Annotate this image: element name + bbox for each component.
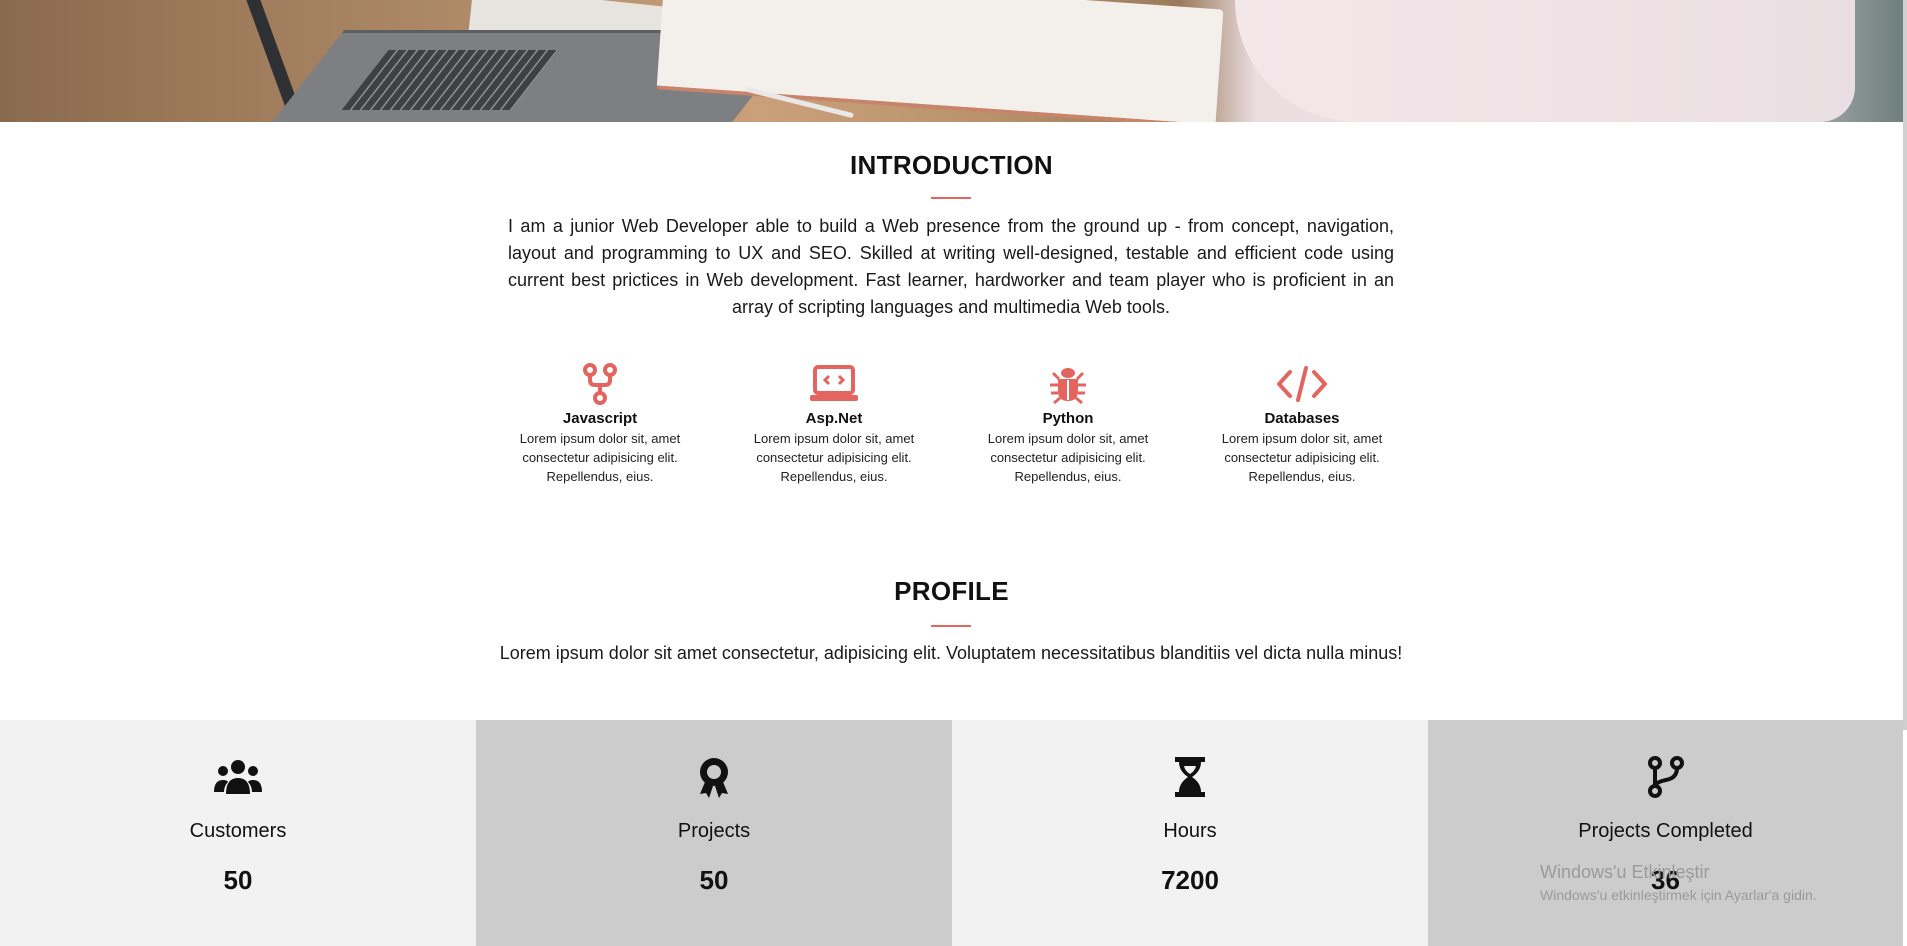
profile-title-rule bbox=[931, 625, 971, 627]
profile-title: PROFILE bbox=[894, 576, 1009, 606]
skill-javascript: Javascript Lorem ipsum dolor sit, amet c… bbox=[495, 362, 705, 486]
stat-hours: Hours 7200 bbox=[952, 720, 1428, 946]
skill-aspnet: Asp.Net Lorem ipsum dolor sit, amet cons… bbox=[729, 362, 939, 486]
stat-label: Hours bbox=[1163, 820, 1217, 842]
skill-desc: Lorem ipsum dolor sit, amet consectetur … bbox=[753, 431, 915, 484]
skill-desc: Lorem ipsum dolor sit, amet consectetur … bbox=[519, 431, 681, 484]
code-fork-icon bbox=[495, 362, 705, 406]
stat-value: 50 bbox=[699, 865, 729, 895]
windows-activation-title: Windows'u Etkinleştir bbox=[1540, 862, 1710, 882]
stat-projects-completed: Projects Completed 36 bbox=[1428, 720, 1903, 946]
skill-desc: Lorem ipsum dolor sit, amet consectetur … bbox=[1221, 431, 1383, 484]
stat-label: Customers bbox=[189, 820, 287, 842]
code-branch-icon bbox=[1428, 756, 1903, 798]
laptop-code-icon bbox=[729, 362, 939, 406]
profile-text: Lorem ipsum dolor sit amet consectetur, … bbox=[499, 643, 1403, 663]
introduction-title-rule bbox=[931, 197, 971, 199]
stat-label: Projects bbox=[677, 820, 751, 842]
skill-databases: Databases Lorem ipsum dolor sit, amet co… bbox=[1197, 362, 1407, 486]
skill-name: Python bbox=[1042, 410, 1094, 427]
page-scrollbar[interactable] bbox=[1903, 0, 1907, 730]
stat-value: 50 bbox=[223, 865, 253, 895]
hero-image bbox=[0, 0, 1903, 122]
stat-projects: Projects 50 bbox=[476, 720, 952, 946]
skill-name: Javascript bbox=[562, 410, 638, 427]
skill-name: Databases bbox=[1264, 410, 1340, 427]
windows-activation-subtitle: Windows'u etkinleştirmek için Ayarlar'a … bbox=[1540, 887, 1817, 903]
stats-band: Customers 50 Projects 50 Hours 7200 Proj… bbox=[0, 720, 1903, 946]
hourglass-icon bbox=[952, 756, 1428, 798]
introduction-title: INTRODUCTION bbox=[850, 150, 1053, 180]
code-icon bbox=[1197, 362, 1407, 406]
bug-icon bbox=[963, 362, 1173, 406]
introduction-text: I am a junior Web Developer able to buil… bbox=[508, 216, 1394, 317]
skill-desc: Lorem ipsum dolor sit, amet consectetur … bbox=[987, 431, 1149, 484]
stat-customers: Customers 50 bbox=[0, 720, 476, 946]
skill-python: Python Lorem ipsum dolor sit, amet conse… bbox=[963, 362, 1173, 486]
hero-person bbox=[1235, 0, 1855, 122]
award-icon bbox=[476, 756, 952, 798]
stat-value: 7200 bbox=[1161, 865, 1219, 895]
users-icon bbox=[0, 756, 476, 796]
skill-name: Asp.Net bbox=[805, 410, 863, 427]
stat-label: Projects Completed bbox=[1578, 820, 1753, 842]
